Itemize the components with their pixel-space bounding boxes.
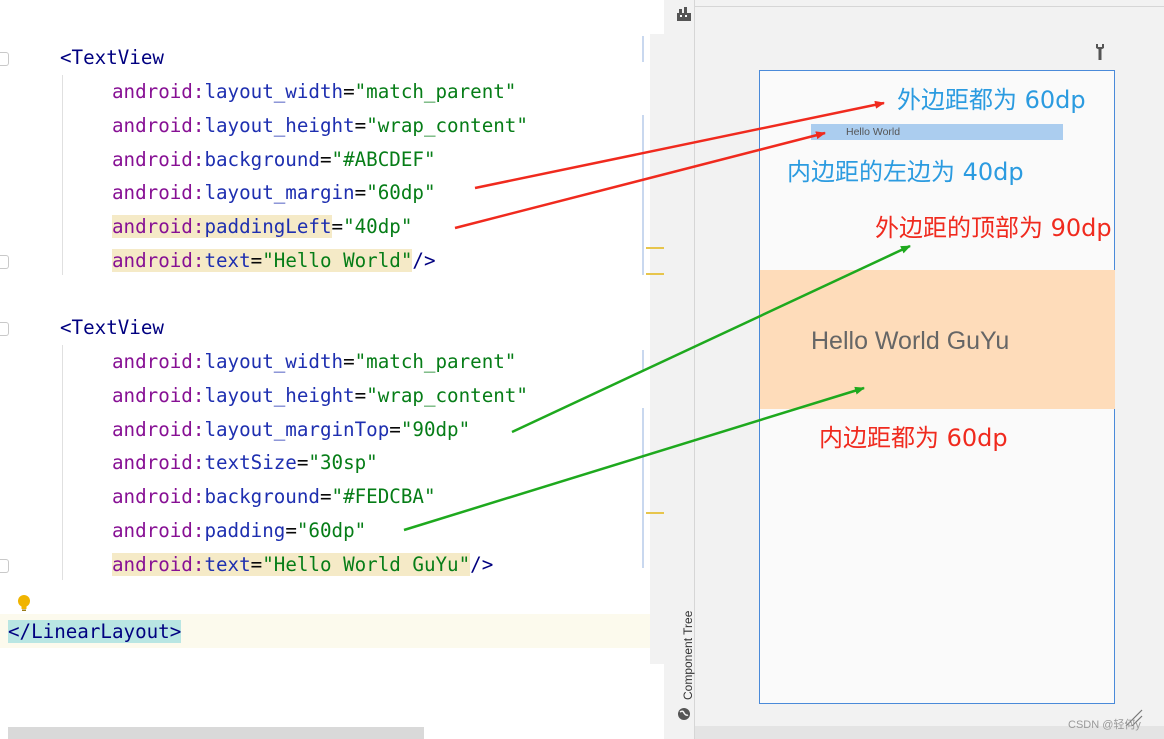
attr-value: "#ABCDEF" [331,148,436,171]
attr-name: layout_height [204,114,355,137]
fold-marker-icon[interactable] [0,52,9,66]
textview-hello-world-guyu-text: Hello World GuYu [811,327,1010,355]
annotation-padding-left: 内边距的左边为 40dp [787,158,1024,186]
attr-value: "wrap_content" [366,384,528,407]
attr-namespace: android [112,553,193,576]
attr-value: "Hello World" [262,249,413,272]
code-line: android:background="#ABCDEF" [112,148,436,171]
attr-namespace: android [112,418,193,441]
code-line: android:text="Hello World GuYu"/> [112,553,494,576]
attr-name: textSize [204,451,297,474]
indent-guide [62,75,63,275]
attr-namespace: android [112,249,193,272]
textview-hello-world-text: Hello World [846,126,901,138]
code-line-tag-open: <TextView [60,41,164,75]
attr-name: layout_width [204,350,344,373]
indent-guide [62,345,63,580]
attr-name: background [204,485,320,508]
code-line: android:layout_height="wrap_content" [112,384,528,407]
tab-component-tree[interactable]: Component Tree [681,611,695,700]
code-line: android:background="#FEDCBA" [112,485,436,508]
attr-name: layout_marginTop [204,418,390,441]
attr-name: paddingLeft [204,215,332,238]
scroll-marker [642,350,644,370]
attr-namespace: android [112,181,193,204]
fold-marker-icon[interactable] [0,322,9,336]
globe-icon[interactable] [677,707,691,721]
tag-close: /> [412,249,436,272]
attr-value: "#FEDCBA" [331,485,436,508]
attr-namespace: android [112,451,193,474]
attr-namespace: android [112,215,193,238]
attr-value: "60dp" [366,181,436,204]
code-line: android:layout_margin="60dp" [112,181,436,204]
code-line: android:padding="60dp" [112,519,367,542]
attr-namespace: android [112,519,193,542]
tag-close: /> [470,553,494,576]
editor-vertical-scrollbar[interactable] [650,34,664,664]
tag-name: <TextView [60,316,164,339]
attr-namespace: android [112,485,193,508]
code-editor[interactable]: <TextView android:layout_width="match_pa… [0,0,664,739]
fold-marker-icon[interactable] [0,255,9,269]
annotation-margin-all: 外边距都为 60dp [897,86,1086,114]
attr-name: text [204,249,251,272]
attr-namespace: android [112,350,193,373]
attr-namespace: android [112,384,193,407]
lightbulb-icon[interactable] [17,594,31,614]
tag-name: <TextView [60,46,164,69]
attr-value: "match_parent" [354,80,517,103]
code-line: android:textSize="30sp" [112,451,378,474]
attr-name: background [204,148,320,171]
attr-value: "40dp" [343,215,413,238]
annotation-padding-all: 内边距都为 60dp [819,424,1008,452]
attr-value: "Hello World GuYu" [262,553,471,576]
attr-name: layout_width [204,80,344,103]
attr-value: "90dp" [400,418,471,441]
scroll-marker [642,115,644,275]
warning-marker[interactable] [646,512,664,514]
attr-name: text [204,553,251,576]
attr-value: "60dp" [296,519,367,542]
scroll-marker [642,408,644,568]
attr-value: "30sp" [308,451,378,474]
attr-name: layout_height [204,384,355,407]
annotation-margin-top: 外边距的顶部为 90dp [875,214,1112,242]
code-line: android:layout_width="match_parent" [112,350,517,373]
attr-value: "match_parent" [354,350,517,373]
watermark: CSDN @轻何y [1068,719,1141,731]
attr-name: padding [204,519,286,542]
code-line: android:paddingLeft="40dp" [112,215,413,238]
wrench-icon[interactable] [1093,43,1107,61]
preview-toolbar [695,0,1164,7]
fold-marker-icon[interactable] [0,559,9,573]
attr-name: layout_margin [204,181,355,204]
code-line: android:layout_marginTop="90dp" [112,418,471,441]
scroll-marker [642,36,644,62]
attr-value: "wrap_content" [366,114,528,137]
code-line: android:text="Hello World"/> [112,249,436,272]
code-line: android:layout_width="match_parent" [112,80,517,103]
palette-icon[interactable] [676,7,692,21]
warning-marker[interactable] [646,273,664,275]
side-tool-strip: Component Tree [664,0,695,739]
code-line: android:layout_height="wrap_content" [112,114,528,137]
attr-namespace: android [112,114,193,137]
editor-horizontal-scrollbar[interactable] [8,727,424,739]
warning-marker[interactable] [646,247,664,249]
code-line-tag-open: <TextView [60,311,164,345]
code-line-closing-tag: </LinearLayout> [8,615,182,649]
attr-namespace: android [112,148,193,171]
closing-tag: </LinearLayout> [8,620,182,643]
attr-namespace: android [112,80,193,103]
